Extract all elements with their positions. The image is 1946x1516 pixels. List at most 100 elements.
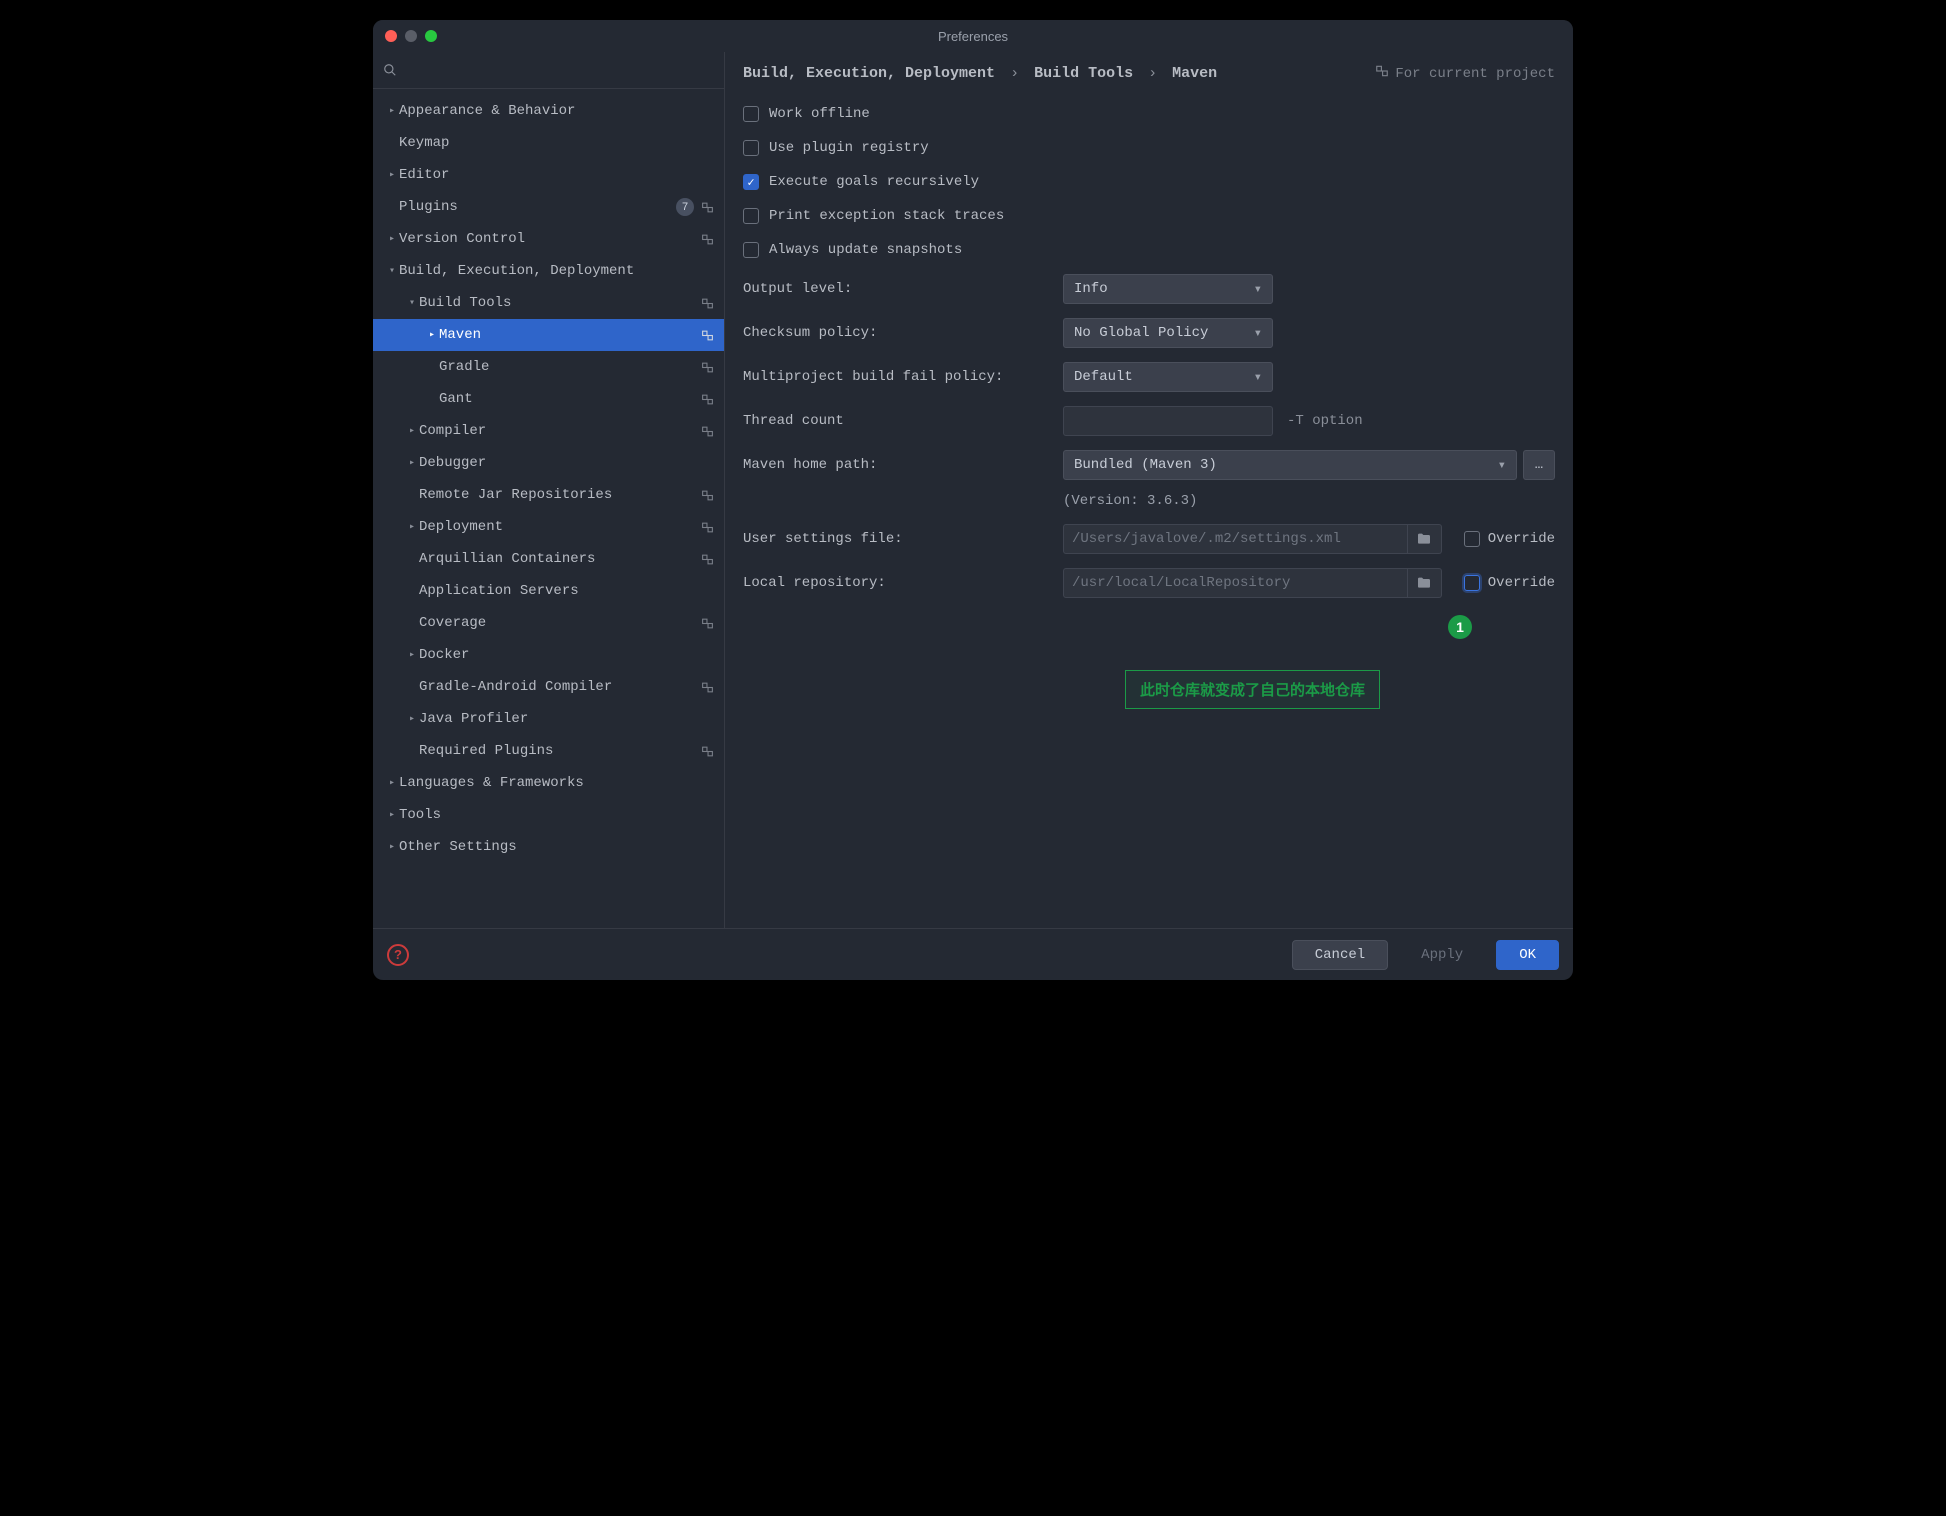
cancel-button[interactable]: Cancel (1292, 940, 1388, 970)
folder-icon[interactable] (1408, 524, 1442, 554)
tree-item[interactable]: ▸Other Settings (373, 831, 724, 863)
checkbox-label: Use plugin registry (769, 140, 929, 156)
checkbox-label: Execute goals recursively (769, 174, 979, 190)
chevron-icon: ▸ (385, 233, 399, 245)
thread-count-input[interactable] (1063, 406, 1273, 436)
chevron-icon: ▸ (405, 425, 419, 437)
tree-item-label: Arquillian Containers (419, 551, 700, 567)
apply-button[interactable]: Apply (1398, 940, 1486, 970)
chevron-icon: ▸ (385, 105, 399, 117)
local-repo-input[interactable] (1063, 568, 1408, 598)
always-update-row[interactable]: Always update snapshots (743, 233, 1555, 267)
execute-recursively-row[interactable]: Execute goals recursively (743, 165, 1555, 199)
checkbox[interactable] (743, 242, 759, 258)
checkbox[interactable] (743, 140, 759, 156)
browse-maven-home-button[interactable]: … (1523, 450, 1555, 480)
tree-item-label: Languages & Frameworks (399, 775, 714, 791)
checkbox[interactable] (743, 208, 759, 224)
help-icon[interactable]: ? (387, 944, 409, 966)
chevron-icon: ▸ (385, 777, 399, 789)
tree-item-label: Plugins (399, 199, 676, 215)
tree-item-label: Maven (439, 327, 700, 343)
tree-item-label: Application Servers (419, 583, 714, 599)
scope-label: For current project (1375, 64, 1555, 83)
search-input[interactable] (381, 58, 716, 82)
tree-item-label: Deployment (419, 519, 700, 535)
tree-item[interactable]: ▸Java Profiler (373, 703, 724, 735)
tree-item[interactable]: ▸Docker (373, 639, 724, 671)
project-scope-icon (700, 200, 714, 214)
work-offline-row[interactable]: Work offline (743, 97, 1555, 131)
chevron-icon: ▸ (385, 169, 399, 181)
tree-item-label: Version Control (399, 231, 700, 247)
tree-item[interactable]: Gradle (373, 351, 724, 383)
tree-item[interactable]: ▸Deployment (373, 511, 724, 543)
tree-item-label: Tools (399, 807, 714, 823)
tree-item-label: Remote Jar Repositories (419, 487, 700, 503)
checkbox-label: Work offline (769, 106, 870, 122)
thread-count-label: Thread count (743, 413, 1063, 429)
project-scope-icon (700, 744, 714, 758)
checksum-policy-label: Checksum policy: (743, 325, 1063, 341)
zoom-icon[interactable] (425, 30, 437, 42)
tree-item[interactable]: ▸Compiler (373, 415, 724, 447)
tree-item[interactable]: ▸Tools (373, 799, 724, 831)
close-icon[interactable] (385, 30, 397, 42)
tree-item[interactable]: ▾Build, Execution, Deployment (373, 255, 724, 287)
user-settings-input[interactable] (1063, 524, 1408, 554)
checksum-policy-dropdown[interactable]: No Global Policy (1063, 318, 1273, 348)
ok-button[interactable]: OK (1496, 940, 1559, 970)
chevron-icon: ▾ (405, 297, 419, 309)
project-scope-icon (700, 616, 714, 630)
plugin-registry-row[interactable]: Use plugin registry (743, 131, 1555, 165)
override-checkbox[interactable] (1464, 531, 1480, 547)
multiproject-fail-dropdown[interactable]: Default (1063, 362, 1273, 392)
checkbox-label: Print exception stack traces (769, 208, 1004, 224)
user-settings-label: User settings file: (743, 531, 1063, 547)
print-exception-row[interactable]: Print exception stack traces (743, 199, 1555, 233)
chevron-icon: ▸ (385, 809, 399, 821)
tree-item-label: Java Profiler (419, 711, 714, 727)
tree-item-label: Debugger (419, 455, 714, 471)
tree-item[interactable]: ▸Debugger (373, 447, 724, 479)
tree-item[interactable]: ▸Editor (373, 159, 724, 191)
tree-item-label: Gradle-Android Compiler (419, 679, 700, 695)
tree-item-label: Gant (439, 391, 700, 407)
tree-item-label: Build Tools (419, 295, 700, 311)
minimize-icon[interactable] (405, 30, 417, 42)
tree-item-label: Other Settings (399, 839, 714, 855)
tree-item[interactable]: Required Plugins (373, 735, 724, 767)
project-scope-icon (700, 328, 714, 342)
checkbox-label: Always update snapshots (769, 242, 962, 258)
maven-home-dropdown[interactable]: Bundled (Maven 3) (1063, 450, 1517, 480)
chevron-icon: ▸ (405, 457, 419, 469)
maven-home-label: Maven home path: (743, 457, 1063, 473)
tree-item-label: Keymap (399, 135, 714, 151)
folder-icon[interactable] (1408, 568, 1442, 598)
tree-item[interactable]: ▾Build Tools (373, 287, 724, 319)
checkbox[interactable] (743, 106, 759, 122)
tree-item[interactable]: Arquillian Containers (373, 543, 724, 575)
tree-item[interactable]: Application Servers (373, 575, 724, 607)
override-checkbox[interactable] (1464, 575, 1480, 591)
tree-item[interactable]: Plugins7 (373, 191, 724, 223)
output-level-dropdown[interactable]: Info (1063, 274, 1273, 304)
local-repo-label: Local repository: (743, 575, 1063, 591)
main-panel: Build, Execution, Deployment › Build Too… (725, 52, 1573, 928)
project-scope-icon (1375, 64, 1389, 83)
tree-item[interactable]: ▸Appearance & Behavior (373, 95, 724, 127)
checkbox[interactable] (743, 174, 759, 190)
chevron-icon: ▸ (385, 841, 399, 853)
chevron-icon: ▸ (405, 649, 419, 661)
tree-item[interactable]: Gant (373, 383, 724, 415)
tree-item[interactable]: Keymap (373, 127, 724, 159)
tree-item[interactable]: Gradle-Android Compiler (373, 671, 724, 703)
tree-item-label: Appearance & Behavior (399, 103, 714, 119)
tree-item[interactable]: Coverage (373, 607, 724, 639)
thread-count-hint: -T option (1287, 413, 1363, 429)
tree-item[interactable]: Remote Jar Repositories (373, 479, 724, 511)
tree-item[interactable]: ▸Version Control (373, 223, 724, 255)
tree-item[interactable]: ▸Maven (373, 319, 724, 351)
tree-item[interactable]: ▸Languages & Frameworks (373, 767, 724, 799)
titlebar: Preferences (373, 20, 1573, 52)
